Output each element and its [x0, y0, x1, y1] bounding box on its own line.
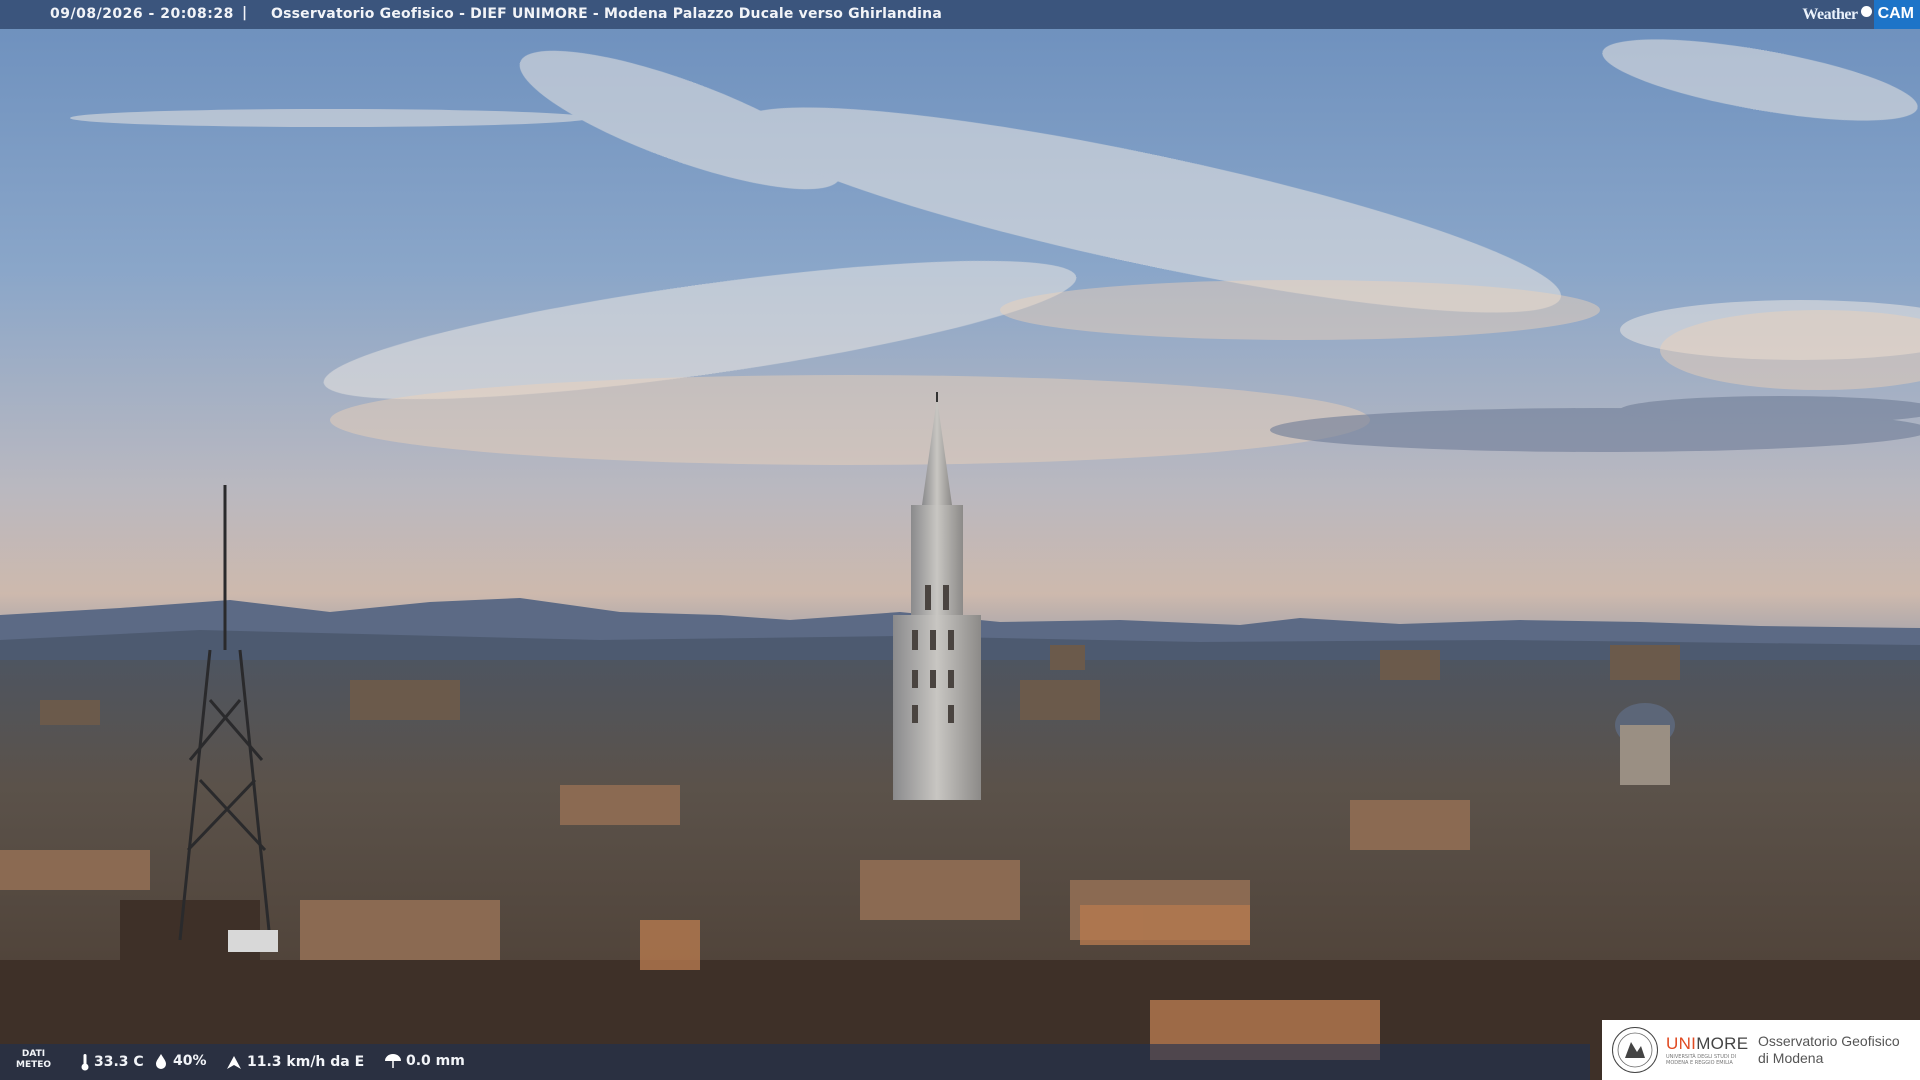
weathercam-cam-text: CAM [1873, 0, 1920, 29]
unimore-wordmark: UNIMORE UNIVERSITÀ DEGLI STUDI DI MODENA… [1666, 1034, 1750, 1066]
weathercam-logo: Weather CAM [1802, 0, 1920, 29]
observatory-line1: Osservatorio Geofisico [1758, 1033, 1900, 1049]
caption-bar: 09/08/2026 - 20:08:28 | Osservatorio Geo… [0, 0, 1920, 29]
separator: | [242, 5, 248, 21]
rain-value: 0.0 mm [406, 1053, 465, 1069]
weathercam-weather-text: Weather [1802, 5, 1858, 23]
unimore-suffix: MORE [1696, 1034, 1749, 1053]
unimore-seal-icon [1612, 1027, 1658, 1073]
unimore-subtitle: UNIVERSITÀ DEGLI STUDI DI MODENA E REGGI… [1666, 1054, 1737, 1066]
observatory-line2: di Modena [1758, 1050, 1824, 1066]
dati-line2: METEO [16, 1060, 52, 1070]
dati-line1: DATI [21, 1049, 46, 1059]
rain-reading: 0.0 mm [384, 1053, 465, 1069]
wind-value: 11.3 km/h da E [247, 1054, 365, 1070]
wind-reading: 11.3 km/h da E [225, 1053, 364, 1071]
weather-data-bar: DATI METEO 33.3 C 40% 11.3 km/h da E 0.0… [0, 1044, 1590, 1080]
camera-title: Osservatorio Geofisico - DIEF UNIMORE - … [271, 6, 942, 22]
umbrella-icon [385, 1054, 401, 1068]
webcam-image [0, 0, 1920, 1080]
wind-icon [227, 1056, 241, 1069]
dati-meteo-label: DATI METEO [16, 1049, 51, 1071]
weathercam-dot-icon [1860, 6, 1872, 17]
unimore-logo-panel: UNIMORE UNIVERSITÀ DEGLI STUDI DI MODENA… [1602, 1020, 1920, 1080]
datetime-label: 09/08/2026 - 20:08:28 [50, 6, 234, 22]
humidity-value: 40% [173, 1053, 207, 1069]
humidity-reading: 40% [153, 1053, 207, 1069]
temperature-value: 33.3 C [94, 1054, 144, 1070]
temperature-reading: 33.3 C [80, 1053, 144, 1071]
observatory-name: Osservatorio Geofisico di Modena [1758, 1033, 1900, 1067]
humidity-drop-icon [156, 1054, 166, 1069]
thermometer-icon [81, 1054, 89, 1071]
unimore-prefix: UNI [1666, 1034, 1697, 1053]
